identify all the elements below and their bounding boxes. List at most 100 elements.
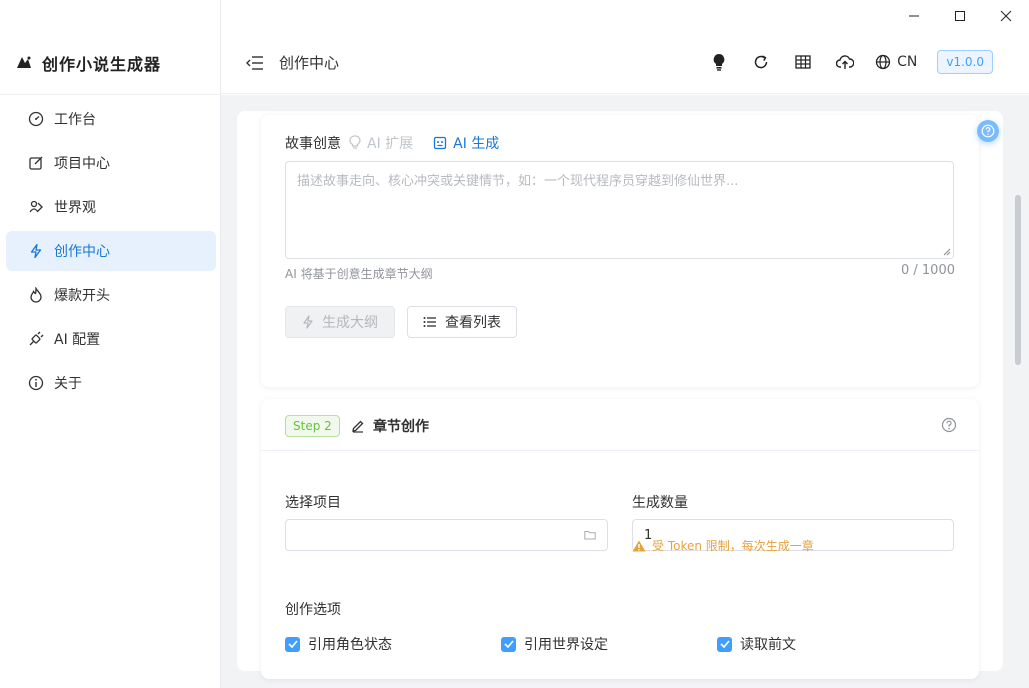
checkbox-checked-icon — [501, 636, 516, 652]
step-header: Step 2 章节创作 — [261, 399, 979, 451]
globe-icon — [875, 54, 891, 70]
sidebar-item-label: 创作中心 — [54, 244, 110, 260]
main-content[interactable]: 故事创意 AI 扩展 AI 生成 描述故事走向、核心冲突或关键情节，如：一个现代… — [221, 95, 1029, 688]
header: 创作中心 CN v1.0.0 — [221, 32, 1029, 94]
dashboard-icon — [28, 111, 44, 127]
step-title: 章节创作 — [351, 415, 429, 437]
sidebar-item-hot-openings[interactable]: 爆款开头 — [6, 275, 216, 315]
floating-help-button[interactable] — [977, 120, 999, 142]
sidebar-item-label: 项目中心 — [54, 156, 110, 172]
sidebar: 创作小说生成器 工作台 项目中心 世界观 创作中心 爆款开头 AI 配置 关于 — [0, 0, 221, 688]
project-select[interactable] — [285, 519, 608, 551]
story-idea-card: 故事创意 AI 扩展 AI 生成 描述故事走向、核心冲突或关键情节，如：一个现代… — [261, 115, 979, 387]
scrollbar-thumb[interactable] — [1015, 195, 1021, 365]
story-idea-header: 故事创意 AI 扩展 AI 生成 — [285, 133, 499, 153]
sidebar-item-label: AI 配置 — [54, 332, 101, 348]
language-label: CN — [897, 54, 918, 70]
maximize-button[interactable] — [937, 0, 983, 32]
cloud-upload-icon — [836, 55, 855, 69]
table-icon — [795, 55, 811, 69]
theme-toggle-button[interactable] — [709, 52, 729, 72]
option-world-setting-checkbox[interactable]: 引用世界设定 — [501, 634, 608, 654]
project-select-label: 选择项目 — [285, 495, 341, 511]
brand: 创作小说生成器 — [14, 50, 161, 76]
resize-handle-icon[interactable] — [943, 248, 951, 256]
warning-icon — [632, 540, 646, 551]
sidebar-menu: 工作台 项目中心 世界观 创作中心 爆款开头 AI 配置 关于 — [6, 99, 216, 407]
minimize-icon — [909, 15, 919, 17]
world-icon — [28, 199, 44, 215]
menu-fold-icon — [246, 55, 263, 70]
ai-expand-button[interactable]: AI 扩展 — [349, 133, 413, 153]
sidebar-item-dashboard[interactable]: 工作台 — [6, 99, 216, 139]
header-actions: CN v1.0.0 — [687, 50, 993, 74]
option-label: 读取前文 — [740, 637, 796, 653]
option-label: 引用世界设定 — [524, 637, 608, 653]
view-list-label: 查看列表 — [445, 315, 501, 331]
lightbulb-icon — [713, 54, 725, 71]
folder-icon — [584, 531, 596, 540]
language-switch[interactable]: CN — [875, 54, 917, 70]
step-tag: Step 2 — [285, 415, 340, 437]
question-circle-icon — [981, 124, 995, 138]
character-counter: 0 / 1000 — [901, 263, 955, 278]
plug-icon — [28, 331, 44, 347]
sidebar-item-label: 爆款开头 — [54, 288, 110, 304]
option-label: 引用角色状态 — [308, 637, 392, 653]
window-controls — [891, 0, 1029, 32]
collapse-sidebar-button[interactable] — [245, 53, 265, 73]
robot-icon — [434, 136, 447, 150]
maximize-icon — [955, 11, 965, 21]
view-list-button[interactable]: 查看列表 — [407, 306, 517, 338]
version-badge: v1.0.0 — [937, 50, 993, 74]
list-icon — [423, 317, 436, 327]
story-idea-textarea[interactable]: 描述故事走向、核心冲突或关键情节，如：一个现代程序员穿越到修仙世界... — [285, 161, 954, 259]
lightning-icon — [303, 315, 313, 329]
brand-name: 创作小说生成器 — [42, 55, 162, 74]
chapter-creation-card: Step 2 章节创作 选择项目 生成数量 1 受 Token 限制，每次生成一… — [261, 399, 979, 679]
refresh-button[interactable] — [751, 52, 771, 72]
token-warning: 受 Token 限制，每次生成一章 — [632, 537, 814, 554]
bulb-outline-icon — [349, 135, 361, 149]
sidebar-item-label: 关于 — [54, 376, 82, 392]
info-icon — [28, 375, 44, 391]
edit-square-icon — [28, 155, 44, 171]
divider — [0, 94, 221, 95]
pencil-icon — [352, 420, 364, 433]
checkbox-checked-icon — [717, 636, 732, 652]
step-title-label: 章节创作 — [373, 419, 429, 435]
question-circle-icon[interactable] — [941, 417, 957, 433]
ai-expand-label: AI 扩展 — [367, 136, 414, 152]
generate-outline-button[interactable]: 生成大纲 — [285, 306, 395, 338]
token-warning-text: 受 Token 限制，每次生成一章 — [652, 539, 814, 553]
logo-icon — [14, 53, 34, 73]
story-idea-label: 故事创意 — [285, 136, 341, 152]
sidebar-item-world[interactable]: 世界观 — [6, 187, 216, 227]
refresh-icon — [754, 55, 768, 69]
minimize-button[interactable] — [891, 0, 937, 32]
sidebar-item-ai-config[interactable]: AI 配置 — [6, 319, 216, 359]
page-title: 创作中心 — [279, 54, 340, 72]
ai-generate-button[interactable]: AI 生成 — [433, 133, 499, 153]
story-idea-hint: AI 将基于创意生成章节大纲 — [285, 267, 433, 281]
checkbox-checked-icon — [285, 636, 300, 652]
option-previous-text-checkbox[interactable]: 读取前文 — [717, 634, 796, 654]
sidebar-item-projects[interactable]: 项目中心 — [6, 143, 216, 183]
option-character-state-checkbox[interactable]: 引用角色状态 — [285, 634, 392, 654]
generate-outline-label: 生成大纲 — [322, 315, 378, 331]
ai-generate-label: AI 生成 — [453, 136, 500, 152]
creation-panel: 故事创意 AI 扩展 AI 生成 描述故事走向、核心冲突或关键情节，如：一个现代… — [237, 111, 1003, 679]
sidebar-item-creation[interactable]: 创作中心 — [6, 231, 216, 271]
story-idea-placeholder: 描述故事走向、核心冲突或关键情节，如：一个现代程序员穿越到修仙世界... — [297, 174, 739, 189]
sidebar-item-label: 世界观 — [54, 200, 96, 216]
sidebar-item-about[interactable]: 关于 — [6, 363, 216, 403]
table-button[interactable] — [793, 52, 813, 72]
options-label: 创作选项 — [285, 602, 341, 618]
sidebar-item-label: 工作台 — [54, 112, 96, 128]
count-label: 生成数量 — [632, 495, 688, 511]
upload-button[interactable] — [835, 52, 855, 72]
close-button[interactable] — [983, 0, 1029, 32]
close-icon — [1000, 10, 1012, 22]
fire-icon — [28, 287, 44, 303]
lightning-icon — [28, 243, 44, 259]
